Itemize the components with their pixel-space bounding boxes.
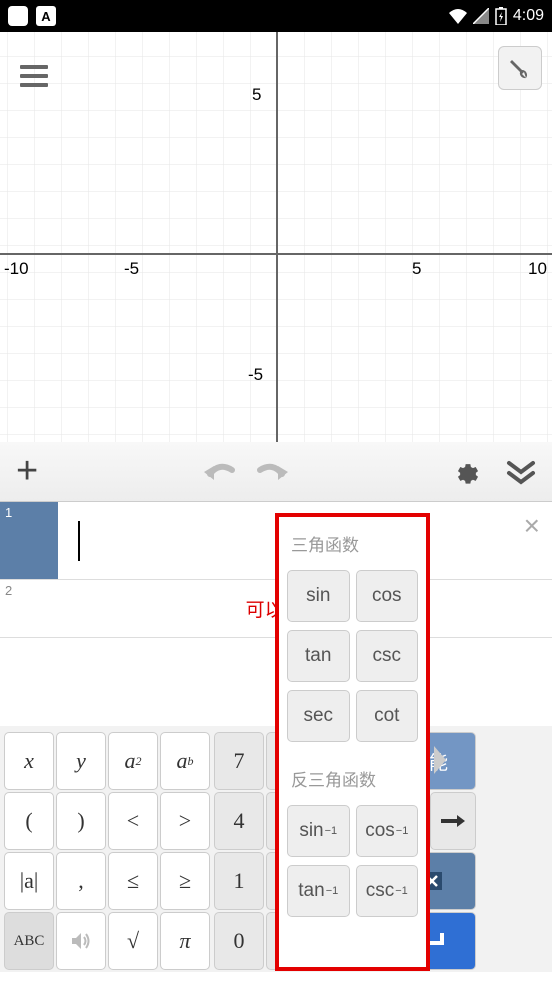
popup-section-inv: 反三角函数: [287, 766, 418, 791]
delete-row-button[interactable]: ×: [524, 510, 540, 542]
key-sec[interactable]: sec: [287, 690, 350, 742]
key-tan[interactable]: tan: [287, 630, 350, 682]
key-ge[interactable]: ≥: [160, 852, 210, 910]
clock: 4:09: [513, 7, 544, 25]
key-le[interactable]: ≤: [108, 852, 158, 910]
key-7[interactable]: 7: [214, 732, 264, 790]
add-button[interactable]: +: [16, 450, 38, 493]
key-rparen[interactable]: ): [56, 792, 106, 850]
collapse-button[interactable]: [506, 459, 536, 485]
key-acsc[interactable]: csc−1: [356, 865, 419, 917]
functions-popup: 三角函数 sin cos tan csc sec cot 反三角函数 sin−1…: [275, 513, 430, 971]
key-asin[interactable]: sin−1: [287, 805, 350, 857]
key-0[interactable]: 0: [214, 912, 264, 970]
key-square[interactable]: a2: [108, 732, 158, 790]
undo-button[interactable]: [202, 460, 236, 484]
key-lparen[interactable]: (: [4, 792, 54, 850]
key-cos[interactable]: cos: [356, 570, 419, 622]
key-pi[interactable]: π: [160, 912, 210, 970]
key-power[interactable]: ab: [160, 732, 210, 790]
key-acos[interactable]: cos−1: [356, 805, 419, 857]
svg-text:5: 5: [252, 85, 261, 104]
signal-icon: [473, 8, 489, 24]
key-atan[interactable]: tan−1: [287, 865, 350, 917]
svg-text:5: 5: [412, 259, 421, 278]
svg-text:-5: -5: [248, 365, 263, 384]
key-right[interactable]: [430, 792, 476, 850]
key-y[interactable]: y: [56, 732, 106, 790]
svg-text:-5: -5: [124, 259, 139, 278]
key-sin[interactable]: sin: [287, 570, 350, 622]
key-sqrt[interactable]: √: [108, 912, 158, 970]
key-cot[interactable]: cot: [356, 690, 419, 742]
key-abc[interactable]: ABC: [4, 912, 54, 970]
row-number: 2: [0, 580, 53, 637]
wifi-icon: [449, 8, 467, 24]
key-abs[interactable]: |a|: [4, 852, 54, 910]
inv-grid: sin−1 cos−1 tan−1 csc−1: [287, 805, 418, 917]
key-1[interactable]: 1: [214, 852, 264, 910]
key-x[interactable]: x: [4, 732, 54, 790]
settings-button[interactable]: [454, 458, 482, 486]
panel-arrow-icon: [434, 746, 446, 774]
key-gt[interactable]: >: [160, 792, 210, 850]
key-4[interactable]: 4: [214, 792, 264, 850]
key-sound[interactable]: [56, 912, 106, 970]
redo-button[interactable]: [256, 460, 290, 484]
key-csc[interactable]: csc: [356, 630, 419, 682]
graph-canvas[interactable]: -10 -5 5 10 5 -5: [0, 32, 552, 442]
menu-button[interactable]: [20, 60, 48, 92]
app-icon: [8, 6, 28, 26]
trig-grid: sin cos tan csc sec cot: [287, 570, 418, 742]
ime-indicator: A: [36, 6, 56, 26]
wrench-button[interactable]: [498, 46, 542, 90]
key-lt[interactable]: <: [108, 792, 158, 850]
wrench-icon: [508, 56, 532, 80]
battery-icon: [495, 7, 507, 25]
svg-text:-10: -10: [4, 259, 29, 278]
toolbar: +: [0, 442, 552, 502]
grid-svg: -10 -5 5 10 5 -5: [0, 32, 552, 442]
row-number: 1: [0, 502, 58, 579]
popup-section-trig: 三角函数: [287, 531, 418, 556]
status-bar: A 4:09: [0, 0, 552, 32]
svg-text:10: 10: [528, 259, 547, 278]
key-comma[interactable]: ,: [56, 852, 106, 910]
